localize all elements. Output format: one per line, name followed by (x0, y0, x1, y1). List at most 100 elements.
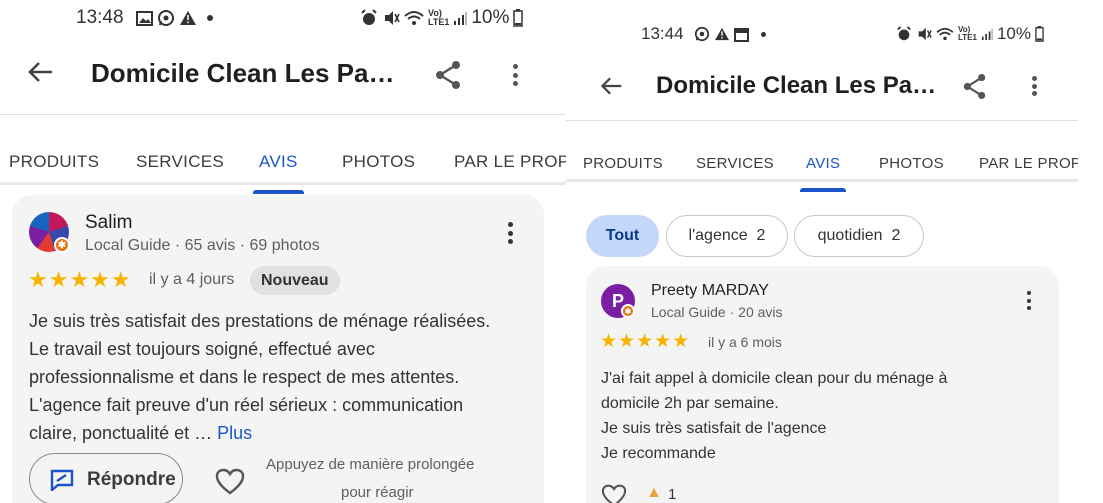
alarm-icon (897, 26, 911, 41)
status-time: 13:48 (76, 7, 124, 28)
like-count: 1 (668, 486, 677, 503)
review-line: J'ai fait appel à domicile clean pour du… (601, 370, 948, 387)
react-hint-line-1: Appuyez de manière prolongée (266, 456, 475, 473)
filter-chip-agence[interactable]: l'agence 2 (666, 215, 788, 257)
status-bar: 13:48 Vo) LTE1 10% (0, 5, 566, 31)
right-margin (1078, 0, 1103, 503)
review-text: J'ai fait appel à domicile clean pour du… (601, 366, 1041, 466)
dot-icon (761, 31, 766, 37)
heart-icon[interactable] (215, 468, 245, 495)
status-system-icons: Vo) LTE1 10% (896, 24, 1044, 44)
mute-icon (918, 27, 932, 41)
review-line: Je suis très satisfait de l'agence (601, 420, 827, 437)
page-title: Domicile Clean Les Pa… (91, 58, 395, 88)
filter-chip-label: quotidien (817, 227, 883, 244)
tab-owner[interactable]: PAR LE PROPR (454, 152, 566, 172)
app-bar: Domicile Clean Les Pa… (0, 44, 566, 104)
filter-chip-label: l'agence (688, 227, 748, 244)
warning-icon (180, 11, 196, 25)
tab-photos[interactable]: PHOTOS (342, 152, 415, 172)
tab-avis-label: AVIS (259, 152, 298, 171)
star-rating: ★★★★★ (600, 331, 691, 352)
tab-services[interactable]: SERVICES (136, 152, 224, 172)
filter-chip-quotidien[interactable]: quotidien 2 (794, 215, 924, 257)
more-options-icon[interactable] (512, 64, 518, 86)
app-bar: Domicile Clean Les Pa… (566, 60, 1078, 114)
tab-owner[interactable]: PAR LE PROPR (979, 155, 1078, 172)
whatsapp-icon (694, 26, 710, 42)
battery-percent: 10% (996, 24, 1031, 43)
tabs-divider (0, 182, 566, 185)
review-options-icon[interactable] (1026, 291, 1031, 310)
lte-icon: Vo) LTE1 (958, 25, 977, 42)
alarm-icon (361, 9, 377, 25)
share-icon[interactable] (434, 60, 462, 90)
reply-button-label: Répondre (87, 469, 176, 490)
mute-icon (385, 11, 400, 25)
reply-icon (50, 469, 74, 491)
tab-produits[interactable]: PRODUITS (9, 152, 99, 172)
reply-button[interactable]: Répondre (29, 453, 183, 503)
heart-icon[interactable] (601, 484, 627, 503)
tabs-divider (566, 179, 1078, 182)
reviewer-meta: Local Guide · 20 avis (651, 304, 783, 320)
status-bar: 13:44 Vo) LTE1 10% (566, 22, 1078, 46)
review-text: Je suis très satisfait des prestations d… (29, 307, 509, 447)
whatsapp-icon (158, 10, 174, 26)
review-line: domicile 2h par semaine. (601, 395, 779, 412)
back-arrow-icon[interactable] (599, 74, 623, 98)
reviewer-meta: Local Guide · 65 avis · 69 photos (85, 237, 320, 254)
image-icon (136, 10, 153, 26)
reviewer-name[interactable]: Salim (85, 212, 133, 234)
review-options-icon[interactable] (507, 222, 513, 244)
filter-chip-tout[interactable]: Tout (586, 215, 659, 257)
wifi-icon (404, 11, 424, 25)
status-system-icons: Vo) LTE1 10% (360, 7, 524, 29)
review-date: il y a 6 mois (708, 334, 782, 350)
tab-active-indicator (800, 187, 847, 192)
tab-avis[interactable]: AVIS (253, 152, 304, 194)
new-badge: Nouveau (250, 266, 340, 295)
review-body: Je suis très satisfait des prestations d… (29, 311, 491, 443)
dot-icon (207, 15, 213, 21)
filter-chip-count: 2 (891, 227, 901, 244)
local-guide-badge-icon: ✱ (54, 237, 70, 253)
filter-chip-label: Tout (605, 227, 640, 244)
more-link[interactable]: Plus (217, 423, 252, 443)
battery-icon (1035, 26, 1044, 42)
review-card: ✱ Salim Local Guide · 65 avis · 69 photo… (12, 195, 544, 503)
signal-icon (981, 28, 993, 40)
reviewer-name[interactable]: Preety MARDAY (651, 282, 769, 300)
tab-active-indicator (253, 190, 304, 194)
page-title: Domicile Clean Les Pa… (656, 72, 937, 99)
right-screenshot: 13:44 Vo) LTE1 10% Domicile Clean Les Pa… (566, 0, 1078, 503)
status-time: 13:44 (641, 24, 684, 43)
appbar-divider (566, 120, 1078, 121)
status-notification-icons (136, 9, 213, 27)
tab-services[interactable]: SERVICES (696, 155, 774, 172)
share-icon[interactable] (962, 73, 987, 100)
tab-avis[interactable]: AVIS (800, 154, 847, 192)
review-date: il y a 4 jours (149, 271, 235, 288)
star-rating: ★★★★★ (28, 267, 132, 292)
wifi-icon (936, 27, 954, 41)
appbar-divider (0, 114, 566, 115)
warning-icon (715, 27, 729, 41)
tab-avis-label: AVIS (806, 154, 841, 172)
tab-produits[interactable]: PRODUITS (583, 155, 663, 172)
back-arrow-icon[interactable] (26, 58, 54, 86)
lte-icon: Vo) LTE1 (428, 8, 450, 27)
battery-icon (513, 9, 524, 27)
battery-percent: 10% (471, 7, 510, 28)
react-hint-line-2: pour réagir (341, 484, 414, 501)
tab-photos[interactable]: PHOTOS (879, 155, 944, 172)
signal-icon (454, 12, 468, 25)
review-card: P ✱ Preety MARDAY Local Guide · 20 avis … (586, 266, 1059, 503)
filter-chip-count: 2 (756, 227, 766, 244)
left-screenshot: 13:48 Vo) LTE1 10% Domicile Clean Les Pa… (0, 0, 566, 503)
more-options-icon[interactable] (1031, 76, 1037, 96)
review-line: Je recommande (601, 445, 716, 462)
local-guide-badge-icon: ✱ (621, 304, 635, 318)
status-notification-icons (694, 26, 766, 42)
clap-icon: ▲ (646, 484, 662, 501)
